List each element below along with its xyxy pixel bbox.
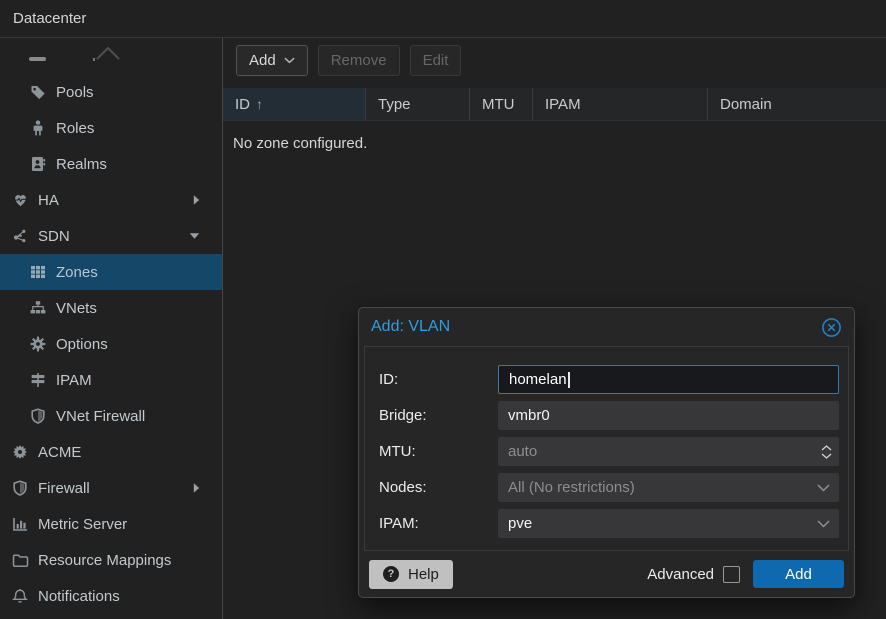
add-button[interactable]: Add: [236, 45, 308, 76]
mtu-field-label: MTU:: [379, 443, 498, 460]
dialog-body: ID: homelan Bridge: vmbr0 MTU: auto N: [364, 346, 849, 551]
spinner-arrows-icon[interactable]: [821, 437, 832, 466]
chevron-down-icon: [284, 57, 295, 64]
column-header-type[interactable]: Type: [366, 88, 470, 120]
chevron-right-icon: [193, 195, 200, 206]
sidebar-item-partial[interactable]: [0, 38, 222, 74]
dialog-title: Add: VLAN: [371, 318, 450, 336]
grid-icon: [28, 263, 48, 281]
bell-icon: [10, 587, 30, 605]
sidebar-item-metric-server[interactable]: Metric Server: [0, 506, 222, 542]
advanced-checkbox[interactable]: [723, 566, 740, 583]
sort-asc-icon: ↑: [256, 96, 263, 112]
network-icon: [10, 227, 30, 245]
certificate-icon: [10, 443, 30, 461]
id-field-label: ID:: [379, 371, 498, 388]
column-header-domain[interactable]: Domain: [708, 88, 886, 120]
gear-icon: [28, 335, 48, 353]
page-title: Datacenter: [13, 10, 86, 27]
sitemap-icon: [28, 299, 48, 317]
bar-chart-icon: [10, 515, 30, 533]
text-cursor: [568, 372, 570, 388]
advanced-label: Advanced: [647, 566, 714, 583]
column-header-ipam[interactable]: IPAM: [533, 88, 708, 120]
sidebar-item-realms[interactable]: Realms: [0, 146, 222, 182]
shield-icon: [28, 407, 48, 425]
shield-icon: [10, 479, 30, 497]
sidebar-item-acme[interactable]: ACME: [0, 434, 222, 470]
chevron-down-icon: [817, 520, 830, 528]
column-header-id[interactable]: ID ↑: [223, 88, 366, 120]
sidebar-item-zones[interactable]: Zones: [0, 254, 222, 290]
chevron-up-icon: [95, 46, 121, 65]
dialog-footer: ? Help Advanced Add: [359, 551, 854, 597]
dialog-add-button[interactable]: Add: [753, 560, 844, 588]
partial-item-icon: [29, 57, 46, 61]
zones-toolbar: Add Remove Edit: [223, 38, 886, 83]
id-input[interactable]: homelan: [498, 365, 839, 394]
chevron-down-icon: [817, 484, 830, 492]
sidebar-item-pools[interactable]: Pools: [0, 74, 222, 110]
bridge-field-label: Bridge:: [379, 407, 498, 424]
sidebar-item-notifications[interactable]: Notifications: [0, 578, 222, 614]
bridge-input[interactable]: vmbr0: [498, 401, 839, 430]
sidebar-item-vnets[interactable]: VNets: [0, 290, 222, 326]
question-icon: ?: [383, 566, 399, 582]
app-header: Datacenter: [0, 0, 886, 38]
ipam-select[interactable]: pve: [498, 509, 839, 538]
sidebar-item-resource-mappings[interactable]: Resource Mappings: [0, 542, 222, 578]
column-header-mtu[interactable]: MTU: [470, 88, 533, 120]
sidebar-item-sdn[interactable]: SDN: [0, 218, 222, 254]
heartbeat-icon: [10, 191, 30, 209]
chevron-down-icon: [189, 233, 200, 240]
sidebar-item-ipam[interactable]: IPAM: [0, 362, 222, 398]
help-button[interactable]: ? Help: [369, 560, 453, 589]
add-vlan-dialog: Add: VLAN ID: homelan Bridge: vmbr0 MTU:…: [358, 307, 855, 598]
sidebar-item-ha[interactable]: HA: [0, 182, 222, 218]
address-book-icon: [28, 155, 48, 173]
nodes-field-label: Nodes:: [379, 479, 498, 496]
empty-table-message: No zone configured.: [223, 121, 886, 152]
sidebar-item-options[interactable]: Options: [0, 326, 222, 362]
dialog-header[interactable]: Add: VLAN: [359, 308, 854, 346]
sidebar-item-firewall[interactable]: Firewall: [0, 470, 222, 506]
signpost-icon: [28, 371, 48, 389]
chevron-right-icon: [193, 483, 200, 494]
close-icon[interactable]: [821, 317, 842, 338]
folder-icon: [10, 551, 30, 569]
edit-button[interactable]: Edit: [410, 45, 462, 76]
sidebar-item-roles[interactable]: Roles: [0, 110, 222, 146]
remove-button[interactable]: Remove: [318, 45, 400, 76]
tag-icon: [28, 83, 48, 101]
nodes-select[interactable]: All (No restrictions): [498, 473, 839, 502]
sidebar-item-vnet-firewall[interactable]: VNet Firewall: [0, 398, 222, 434]
ipam-field-label: IPAM:: [379, 515, 498, 532]
mtu-spinner[interactable]: auto: [498, 437, 839, 466]
user-icon: [28, 119, 48, 137]
zones-table-header: ID ↑ Type MTU IPAM Domain: [223, 88, 886, 121]
datacenter-tree: Pools Roles Realms HA: [0, 38, 223, 619]
